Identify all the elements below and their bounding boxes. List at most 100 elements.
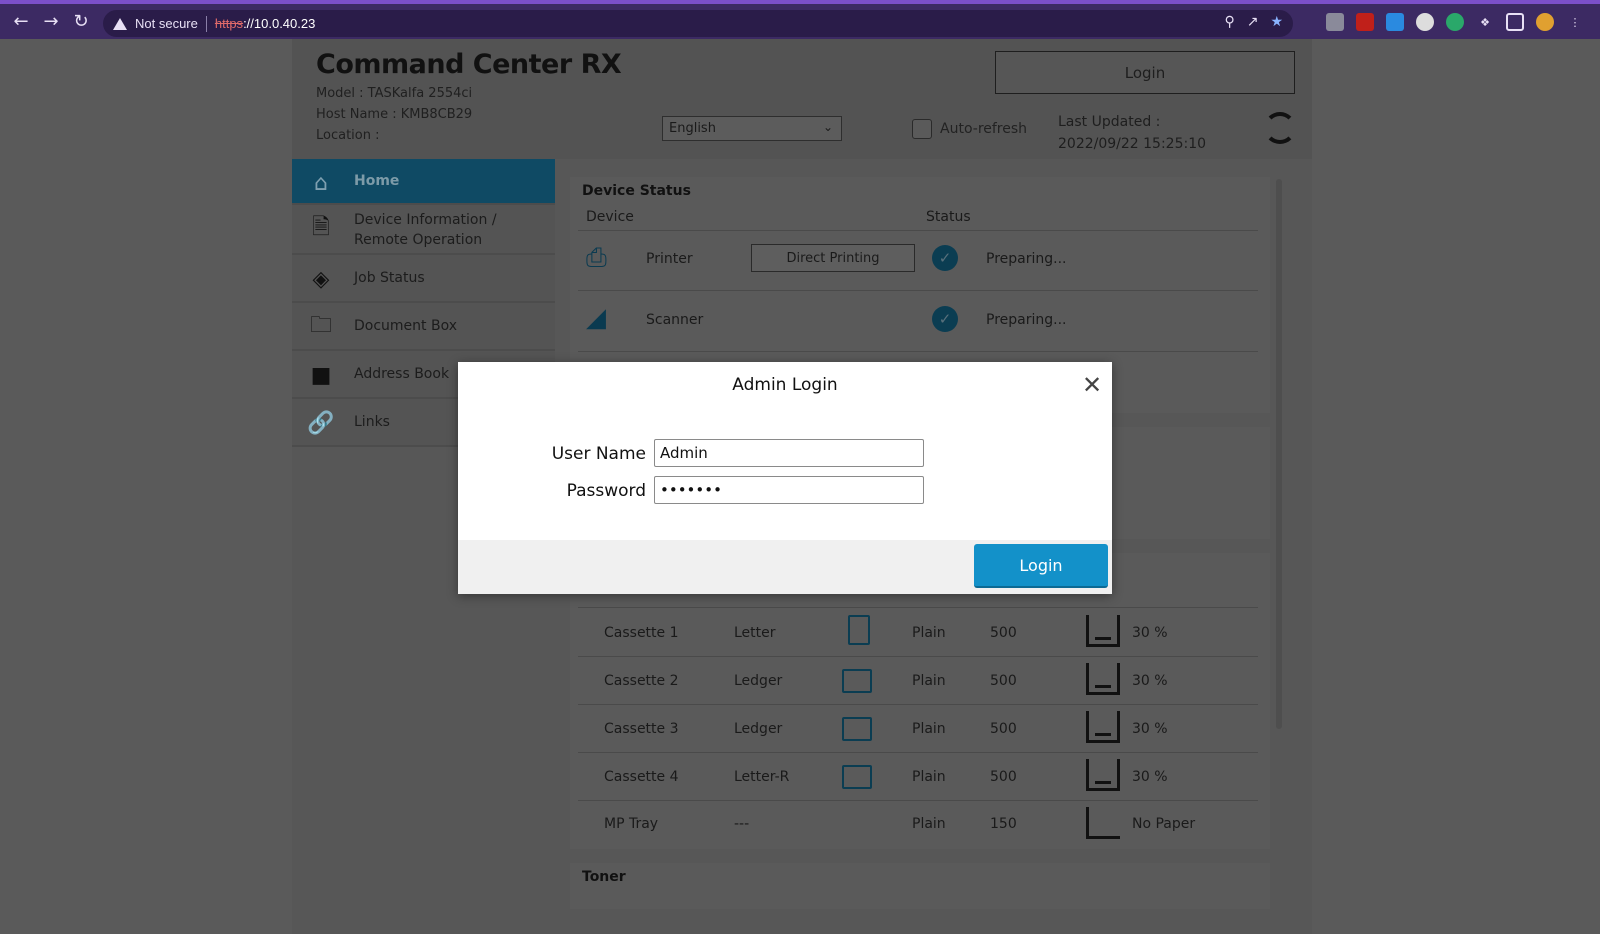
security-label[interactable]: Not secure xyxy=(135,16,198,31)
sidebar-item-label: Device Information / Remote Operation xyxy=(354,210,497,250)
sidebar-item-label: Address Book xyxy=(354,366,450,382)
forward-arrow-icon[interactable]: → xyxy=(36,7,66,37)
tray-capacity: 150 xyxy=(990,816,1017,832)
tray-size: Ledger xyxy=(734,673,783,689)
direct-printing-button[interactable]: Direct Printing xyxy=(751,244,915,272)
location-info: Location : xyxy=(316,128,380,143)
sidebar-item-label-line1: Device Information / xyxy=(354,212,497,228)
s-extension-icon[interactable] xyxy=(1416,13,1434,31)
extension-icon-1[interactable] xyxy=(1326,13,1344,31)
user-name-label: User Name xyxy=(551,444,646,464)
device-column-header: Device xyxy=(586,209,634,225)
language-select[interactable]: English ⌄ xyxy=(662,116,842,141)
toner-title: Toner xyxy=(582,869,626,885)
tray-source: Cassette 2 xyxy=(604,673,679,689)
url-scheme: https xyxy=(214,16,244,31)
header-login-button[interactable]: Login xyxy=(995,51,1295,94)
tray-level: 30 % xyxy=(1132,721,1168,737)
tray-capacity: 500 xyxy=(990,769,1017,785)
login-button[interactable]: Login xyxy=(974,544,1108,588)
tray-type: Plain xyxy=(912,769,946,785)
page-header: Command Center RX Model : TASKalfa 2554c… xyxy=(292,39,1312,159)
tray-source: Cassette 3 xyxy=(604,721,679,737)
admin-login-dialog: Admin Login ✕ User Name Password Login xyxy=(458,362,1112,594)
divider xyxy=(578,351,1258,352)
puzzle-extensions-icon[interactable]: ❖ xyxy=(1476,13,1494,31)
auto-refresh-checkbox[interactable] xyxy=(912,119,932,139)
host-name-info: Host Name : KMB8CB29 xyxy=(316,107,473,122)
tray-source: MP Tray xyxy=(604,816,659,832)
sidebar-item-label-line2: Remote Operation xyxy=(354,232,483,248)
divider xyxy=(578,290,1258,291)
last-updated-value: 2022/09/22 15:25:10 xyxy=(1058,136,1207,152)
device-info-icon: 🗎 xyxy=(312,215,330,240)
eye-icon: ◈ xyxy=(312,266,330,292)
paper-landscape-icon xyxy=(842,669,872,693)
sidebar-item-label: Job Status xyxy=(354,270,425,286)
dialog-title: Admin Login xyxy=(732,375,838,395)
tray-level: No Paper xyxy=(1132,816,1196,832)
sidebar-item-document-box[interactable]: 🗀 Document Box xyxy=(292,303,555,351)
model-info: Model : TASKalfa 2554ci xyxy=(316,86,473,101)
divider xyxy=(578,656,1258,657)
password-label: Password xyxy=(566,481,646,501)
side-panel-icon[interactable] xyxy=(1506,13,1524,31)
sidebar-item-device-information[interactable]: 🗎 Device Information / Remote Operation xyxy=(292,205,555,255)
tray-level: 30 % xyxy=(1132,769,1168,785)
tray-type: Plain xyxy=(912,673,946,689)
page-scrollbar[interactable] xyxy=(1276,179,1282,729)
tray-capacity: 500 xyxy=(990,673,1017,689)
paper-level-icon xyxy=(1086,663,1120,695)
tray-size: Letter-R xyxy=(734,769,790,785)
tray-level: 30 % xyxy=(1132,673,1168,689)
notification-extension-icon[interactable] xyxy=(1446,13,1464,31)
back-arrow-icon[interactable]: ← xyxy=(6,7,36,37)
divider xyxy=(578,800,1258,801)
device-status-title: Device Status xyxy=(582,183,691,199)
browser-menu-icon[interactable]: ⋮ xyxy=(1566,13,1584,31)
status-column-header: Status xyxy=(926,209,971,225)
divider xyxy=(578,752,1258,753)
warning-icon xyxy=(113,17,127,30)
divider xyxy=(578,704,1258,705)
check-icon: ✓ xyxy=(932,245,958,271)
url-host: ://10.0.40.23 xyxy=(243,16,316,31)
folder-icon: 🗀 xyxy=(309,313,332,338)
paper-landscape-icon xyxy=(842,717,872,741)
close-icon[interactable]: ✕ xyxy=(1082,371,1102,399)
auto-refresh-label: Auto-refresh xyxy=(940,121,1028,137)
user-name-input[interactable] xyxy=(654,439,924,467)
address-bar[interactable]: Not secure https://10.0.40.23 ⚲ ↗ ★ xyxy=(103,10,1293,37)
check-icon: ✓ xyxy=(932,306,958,332)
address-book-icon: ■ xyxy=(310,362,332,388)
tray-type: Plain xyxy=(912,816,946,832)
refresh-icon[interactable] xyxy=(1264,112,1296,144)
tray-size: Ledger xyxy=(734,721,783,737)
sidebar-item-label: Links xyxy=(354,414,390,430)
sidebar-item-home[interactable]: ⌂ Home xyxy=(292,159,555,205)
dialog-footer: Login xyxy=(458,540,1112,594)
printer-status: Preparing... xyxy=(986,251,1067,267)
paper-landscape-icon xyxy=(842,765,872,789)
profile-avatar-icon[interactable] xyxy=(1536,13,1554,31)
sidebar-item-label: Document Box xyxy=(354,318,458,334)
tray-level: 30 % xyxy=(1132,625,1168,641)
paper-level-icon xyxy=(1086,615,1120,647)
sidebar-item-job-status[interactable]: ◈ Job Status xyxy=(292,255,555,303)
tray-size: Letter xyxy=(734,625,776,641)
tray-type: Plain xyxy=(912,625,946,641)
share-icon[interactable]: ↗ xyxy=(1247,14,1259,30)
bookmark-star-icon[interactable]: ★ xyxy=(1270,14,1283,30)
home-icon: ⌂ xyxy=(314,170,328,196)
divider xyxy=(578,607,1258,608)
zoom-icon[interactable]: ⚲ xyxy=(1224,14,1234,30)
last-updated: Last Updated : 2022/09/22 15:25:10 xyxy=(1058,111,1206,155)
reload-icon[interactable]: ↻ xyxy=(66,7,96,37)
scanner-status: Preparing... xyxy=(986,312,1067,328)
printer-icon: ⎙ xyxy=(586,243,607,273)
password-input[interactable] xyxy=(654,476,924,504)
sidebar-item-label: Home xyxy=(354,173,400,189)
tray-source: Cassette 4 xyxy=(604,769,679,785)
pdf-extension-icon[interactable] xyxy=(1356,13,1374,31)
cloud-extension-icon[interactable] xyxy=(1386,13,1404,31)
